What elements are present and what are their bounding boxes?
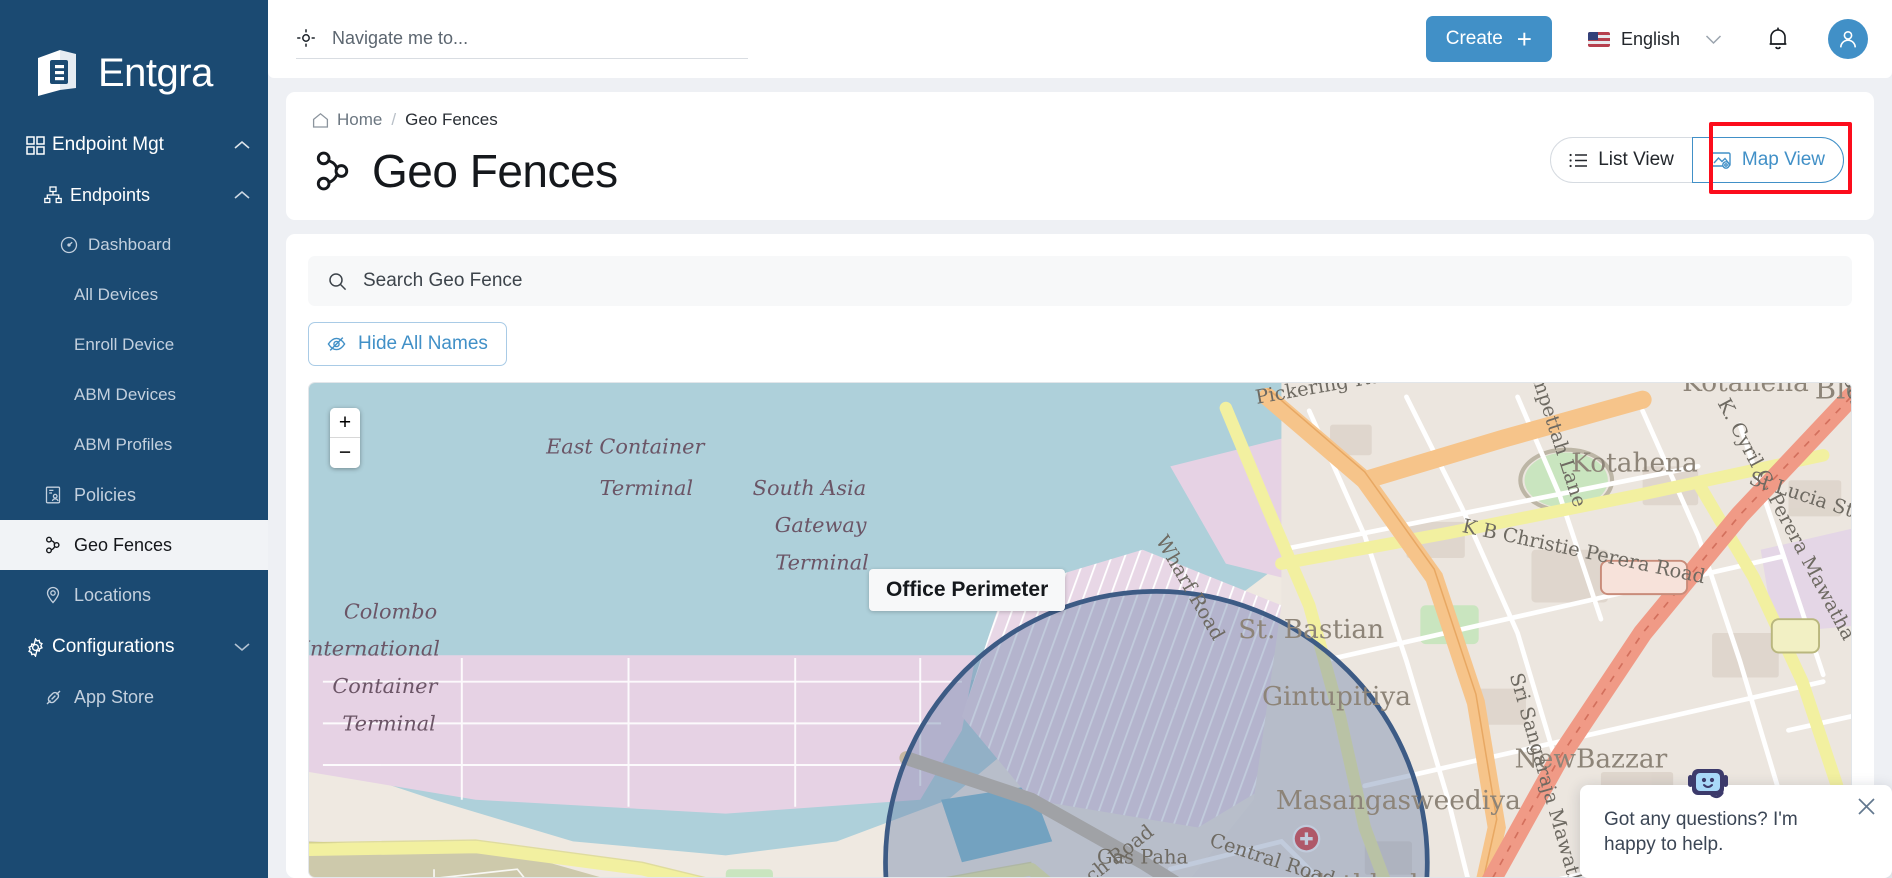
sidebar-item-label: ABM Devices [74, 385, 177, 404]
sidebar-item-label: ABM Profiles [74, 435, 173, 454]
breadcrumb: Home / Geo Fences [312, 110, 1848, 130]
page-title: Geo Fences [372, 145, 618, 197]
page-header-card: Home / Geo Fences Geo Fences List View M… [286, 92, 1874, 220]
close-icon[interactable] [1857, 797, 1876, 816]
sidebar-subgroup-endpoints[interactable]: Endpoints [0, 170, 268, 220]
geofence-icon [44, 536, 74, 554]
sidebar-group-endpoint-mgt[interactable]: Endpoint Mgt [0, 120, 268, 170]
sidebar-item-all-devices[interactable]: All Devices [0, 270, 268, 320]
hide-all-names-label: Hide All Names [358, 333, 488, 354]
geo-fence-name-label[interactable]: Office Perimeter [869, 569, 1066, 611]
sidebar-item-app-store[interactable]: App Store [0, 672, 268, 722]
main-area: Navigate me to... Create + English Home … [268, 0, 1892, 878]
entgra-logo-icon [30, 44, 88, 102]
language-label: English [1620, 28, 1680, 49]
chevron-down-icon [234, 642, 250, 652]
zoom-in-button[interactable]: + [330, 408, 360, 438]
create-button[interactable]: Create + [1425, 16, 1552, 62]
us-flag-icon [1587, 31, 1610, 47]
map-zoom-controls: + − [330, 408, 360, 468]
breadcrumb-home-label: Home [337, 110, 383, 129]
plus-icon: + [1516, 24, 1532, 54]
sidebar-item-label: Policies [74, 484, 137, 505]
language-selector[interactable]: English [1587, 28, 1722, 50]
sidebar-item-label: Configurations [52, 636, 175, 657]
notifications-button[interactable] [1766, 26, 1790, 52]
sidebar-item-enroll-device[interactable]: Enroll Device [0, 320, 268, 370]
breadcrumb-current: Geo Fences [405, 110, 498, 129]
sidebar-item-label: App Store [74, 686, 155, 707]
sidebar-item-geo-fences[interactable]: Geo Fences [0, 520, 268, 570]
zoom-out-button[interactable]: − [330, 438, 360, 468]
search-icon [328, 272, 347, 291]
sidebar-item-label: All Devices [74, 285, 159, 304]
sidebar-group-label: Endpoint Mgt [52, 134, 164, 155]
user-avatar-icon [1837, 28, 1859, 50]
bell-icon [1766, 26, 1790, 52]
sidebar-subgroup-label: Endpoints [70, 184, 151, 205]
sidebar-bottom-section: Configurations App Store [0, 622, 268, 722]
sidebar-item-dashboard[interactable]: Dashboard [0, 220, 268, 270]
map-image-icon [1711, 151, 1732, 169]
chevron-up-icon [234, 140, 250, 150]
chat-message-text: Got any questions? I'm happy to help. [1604, 808, 1798, 856]
gear-icon [26, 637, 52, 657]
top-bar: Navigate me to... Create + English [268, 0, 1892, 78]
home-icon [312, 112, 329, 129]
road-shield [1599, 559, 1689, 596]
policy-icon [44, 486, 74, 504]
grid-icon [26, 135, 52, 155]
map-view-label: Map View [1741, 149, 1825, 170]
sidebar-item-label: Geo Fences [74, 534, 173, 555]
sidebar-item-label: Enroll Device [74, 335, 175, 354]
target-icon [296, 28, 316, 48]
sidebar-item-configurations[interactable]: Configurations [0, 622, 268, 672]
chevron-down-icon [1705, 34, 1722, 45]
brand-logo[interactable]: Entgra [0, 0, 268, 120]
brand-name: Entgra [98, 50, 213, 95]
sidebar-item-locations[interactable]: Locations [0, 570, 268, 620]
create-label: Create [1445, 28, 1503, 49]
sidebar-item-abm-profiles[interactable]: ABM Profiles [0, 420, 268, 470]
list-view-label: List View [1598, 149, 1674, 170]
plug-icon [44, 688, 74, 707]
breadcrumb-home[interactable]: Home [312, 110, 382, 130]
gauge-icon [60, 236, 88, 254]
view-toggle: List View Map View [1550, 137, 1844, 183]
sitemap-icon [44, 186, 70, 204]
sidebar-item-label: Dashboard [88, 235, 172, 254]
profile-button[interactable] [1828, 19, 1868, 59]
navigate-input[interactable]: Navigate me to... [296, 28, 748, 59]
sidebar: Entgra Endpoint Mgt Endpoints Dashboard … [0, 0, 268, 878]
chat-widget: Got any questions? I'm happy to help. [1580, 765, 1892, 878]
list-view-button[interactable]: List View [1550, 137, 1693, 183]
breadcrumb-separator: / [391, 110, 397, 129]
sidebar-item-policies[interactable]: Policies [0, 470, 268, 520]
map-view-button[interactable]: Map View [1691, 137, 1844, 183]
robot-icon[interactable] [1688, 765, 1732, 807]
content-area: Home / Geo Fences Geo Fences List View M… [268, 78, 1892, 878]
eye-slash-icon [327, 336, 346, 352]
geofence-icon [312, 150, 354, 192]
navigate-placeholder: Navigate me to... [332, 27, 469, 48]
chevron-up-icon [234, 190, 250, 200]
list-icon [1569, 153, 1588, 168]
chat-message-bubble[interactable]: Got any questions? I'm happy to help. [1580, 784, 1892, 878]
hide-all-names-button[interactable]: Hide All Names [308, 322, 507, 366]
sidebar-item-abm-devices[interactable]: ABM Devices [0, 370, 268, 420]
search-placeholder: Search Geo Fence [363, 270, 523, 291]
sidebar-item-label: Locations [74, 584, 152, 605]
pin-icon [44, 586, 74, 604]
search-geo-fence-input[interactable]: Search Geo Fence [308, 256, 1852, 306]
